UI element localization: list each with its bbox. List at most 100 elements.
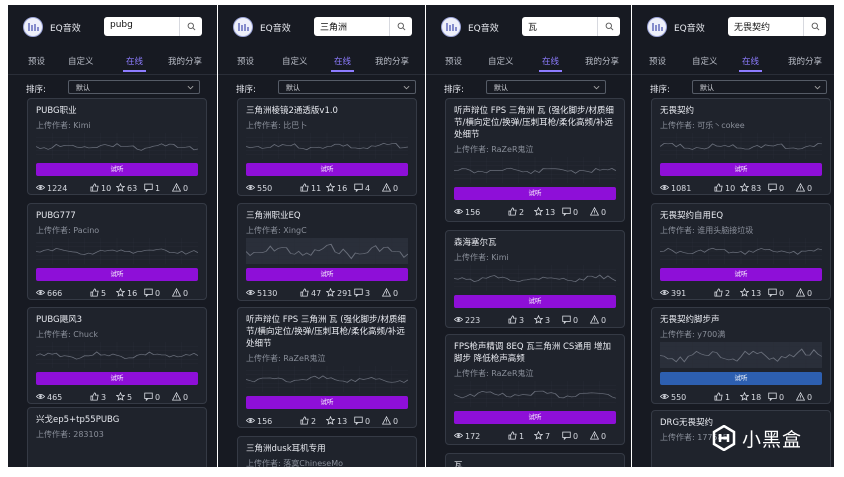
tab-online[interactable]: 在线: [330, 55, 355, 72]
star-stat[interactable]: 13: [533, 206, 555, 218]
preset-card[interactable]: 森海塞尔瓦 上传作者: Kimi 试听 223 3 3 0 0: [445, 230, 625, 328]
try-listen-button[interactable]: 试听: [454, 411, 616, 424]
search-box[interactable]: 无畏契约: [728, 17, 826, 36]
star-stat[interactable]: 83: [739, 182, 761, 194]
search-box[interactable]: 三角洲: [314, 17, 412, 36]
tab-my-shares[interactable]: 我的分享: [168, 55, 202, 67]
comment-stat[interactable]: 0: [768, 288, 784, 299]
try-listen-button[interactable]: 试听: [246, 268, 408, 281]
star-stat[interactable]: 13: [739, 287, 761, 299]
sort-select[interactable]: 默认: [278, 80, 416, 94]
comment-stat[interactable]: 3: [354, 288, 370, 299]
report-stat[interactable]: 0: [589, 430, 606, 442]
star-stat[interactable]: 16: [325, 182, 347, 194]
comment-stat[interactable]: 0: [768, 183, 784, 194]
preset-card[interactable]: 无畏契约 上传作者: 可乐丶cokee 试听 1081 10 83 0 0: [651, 98, 831, 195]
report-stat[interactable]: 0: [381, 182, 398, 194]
tab-preset[interactable]: 预设: [28, 55, 45, 67]
comment-stat[interactable]: 0: [562, 315, 578, 326]
like-stat[interactable]: 47: [300, 288, 321, 299]
search-box[interactable]: 瓦: [522, 17, 620, 36]
sort-select[interactable]: 默认: [486, 80, 606, 94]
preset-card[interactable]: PUBG飓风3 上传作者: Chuck 试听 465 3 5 0 0: [27, 307, 207, 404]
tab-custom[interactable]: 自定义: [282, 55, 308, 67]
comment-stat[interactable]: 0: [144, 392, 160, 403]
preset-card[interactable]: 无畏契约自用EQ 上传作者: 谁用头脑接垃圾 试听 391 2 13 0 0: [651, 203, 831, 300]
comment-stat[interactable]: 4: [354, 183, 370, 194]
report-stat[interactable]: 0: [795, 182, 812, 194]
try-listen-button[interactable]: 试听: [36, 268, 198, 281]
preset-card[interactable]: 听声辩位 FPS 三角洲 瓦 (强化脚步/材质细节/横向定位/换弹/压刺耳枪/柔…: [237, 307, 417, 428]
try-listen-button[interactable]: 试听: [660, 163, 822, 176]
comment-stat[interactable]: 0: [144, 288, 160, 299]
report-stat[interactable]: 0: [171, 182, 188, 194]
star-stat[interactable]: 16: [115, 287, 137, 299]
comment-stat[interactable]: 0: [354, 416, 370, 427]
star-stat[interactable]: 291: [325, 287, 352, 299]
tab-custom[interactable]: 自定义: [488, 55, 514, 67]
preset-card[interactable]: 瓦: [445, 453, 625, 467]
tab-preset[interactable]: 预设: [445, 55, 462, 67]
like-stat[interactable]: 1: [714, 392, 730, 403]
try-listen-button[interactable]: 试听: [454, 295, 616, 308]
like-stat[interactable]: 3: [90, 392, 106, 403]
tab-custom[interactable]: 自定义: [692, 55, 718, 67]
tab-custom[interactable]: 自定义: [68, 55, 94, 67]
tab-online[interactable]: 在线: [738, 55, 763, 72]
star-stat[interactable]: 18: [739, 391, 761, 403]
search-button[interactable]: [179, 17, 202, 36]
sort-select[interactable]: 默认: [692, 80, 827, 94]
try-listen-button[interactable]: 试听: [246, 396, 408, 409]
like-stat[interactable]: 11: [300, 183, 321, 194]
tab-my-shares[interactable]: 我的分享: [585, 55, 619, 67]
try-listen-button[interactable]: 试听: [246, 163, 408, 176]
preset-card[interactable]: 听声辩位 FPS 三角洲 瓦 (强化脚步/材质细节/横向定位/换弹/压刺耳枪/柔…: [445, 98, 625, 222]
like-stat[interactable]: 2: [508, 207, 524, 218]
report-stat[interactable]: 0: [795, 391, 812, 403]
preset-card[interactable]: FPS枪声精调 8EQ 瓦三角洲 CS通用 增加脚步 降低枪声高频 上传作者: R…: [445, 334, 625, 445]
like-stat[interactable]: 2: [714, 288, 730, 299]
tab-my-shares[interactable]: 我的分享: [788, 55, 822, 67]
tab-online[interactable]: 在线: [538, 55, 563, 72]
try-listen-button[interactable]: 试听: [36, 163, 198, 176]
try-listen-button[interactable]: 试听: [660, 268, 822, 281]
preset-card[interactable]: PUBG职业 上传作者: Kimi 试听 1224 10 63 1 0: [27, 98, 207, 195]
search-input[interactable]: 三角洲: [320, 20, 347, 33]
report-stat[interactable]: 0: [589, 314, 606, 326]
comment-stat[interactable]: 0: [768, 392, 784, 403]
preset-card[interactable]: 三角洲职业EQ 上传作者: XingC 试听 5130 47 291 3 0: [237, 203, 417, 301]
comment-stat[interactable]: 0: [562, 207, 578, 218]
like-stat[interactable]: 1: [508, 431, 524, 442]
search-button[interactable]: [597, 17, 620, 36]
report-stat[interactable]: 0: [795, 287, 812, 299]
report-stat[interactable]: 0: [171, 287, 188, 299]
try-listen-button[interactable]: 试听: [36, 372, 198, 385]
preset-card[interactable]: PUBG777 上传作者: Pacino 试听 666 5 16 0 0: [27, 203, 207, 300]
search-input[interactable]: 瓦: [528, 20, 537, 33]
report-stat[interactable]: 0: [381, 287, 398, 299]
comment-stat[interactable]: 0: [562, 431, 578, 442]
preset-card[interactable]: 三角洲棱镜2通透版v1.0 上传作者: 比巴卜 试听 550 11 16 4 0: [237, 98, 417, 196]
search-button[interactable]: [803, 17, 826, 36]
like-stat[interactable]: 10: [714, 183, 735, 194]
tab-preset[interactable]: 预设: [649, 55, 666, 67]
like-stat[interactable]: 2: [300, 416, 316, 427]
tab-preset[interactable]: 预设: [237, 55, 254, 67]
try-listen-button[interactable]: 试听: [660, 372, 822, 385]
tab-online[interactable]: 在线: [122, 55, 147, 72]
like-stat[interactable]: 10: [90, 183, 111, 194]
star-stat[interactable]: 5: [115, 391, 132, 403]
star-stat[interactable]: 3: [533, 314, 550, 326]
report-stat[interactable]: 0: [589, 206, 606, 218]
like-stat[interactable]: 3: [508, 315, 524, 326]
preset-card[interactable]: 无畏契约脚步声 上传作者: y700满 试听 550 1 18 0 0: [651, 307, 831, 404]
tab-my-shares[interactable]: 我的分享: [375, 55, 409, 67]
star-stat[interactable]: 63: [115, 182, 137, 194]
search-box[interactable]: pubg: [104, 17, 202, 36]
preset-card[interactable]: 兴戈ep5+tp55PUBG 上传作者: 283103: [27, 407, 207, 467]
search-input[interactable]: 无畏契约: [734, 20, 770, 33]
like-stat[interactable]: 5: [90, 288, 106, 299]
star-stat[interactable]: 13: [325, 415, 347, 427]
star-stat[interactable]: 7: [533, 430, 550, 442]
comment-stat[interactable]: 1: [144, 183, 160, 194]
